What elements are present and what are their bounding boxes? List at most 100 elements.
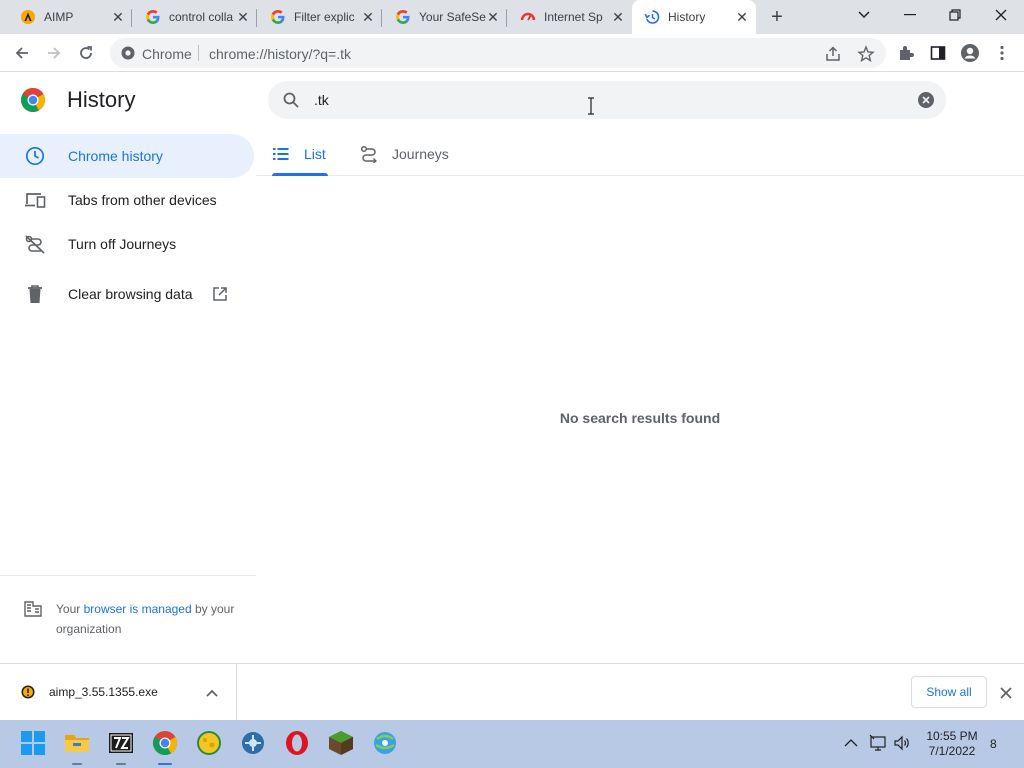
profile-avatar-icon[interactable] xyxy=(960,43,980,63)
tab-history[interactable]: History ✕ xyxy=(632,0,756,34)
journeys-icon xyxy=(360,145,378,163)
omnibox-divider xyxy=(198,45,199,61)
download-warning-icon xyxy=(21,685,35,699)
running-indicator xyxy=(72,763,82,765)
url-text[interactable]: chrome://history/?q=.tk xyxy=(209,46,351,62)
active-tab-indicator xyxy=(272,173,328,176)
windows-taskbar: 10:55 PM 7/1/2022 8 xyxy=(0,720,1024,768)
show-all-button[interactable]: Show all xyxy=(911,676,987,708)
satellite-icon[interactable] xyxy=(240,730,266,756)
tab-title: AIMP xyxy=(44,10,74,24)
download-item[interactable]: aimp_3.55.1355.exe xyxy=(0,664,237,720)
external-link-icon xyxy=(212,286,228,302)
running-indicator xyxy=(158,763,172,765)
show-hidden-icons[interactable] xyxy=(842,734,860,752)
volume-icon[interactable] xyxy=(893,734,911,752)
search-input[interactable] xyxy=(314,89,894,111)
network-tool-icon[interactable] xyxy=(372,730,398,756)
close-icon[interactable]: ✕ xyxy=(110,9,126,25)
minimize-button[interactable] xyxy=(890,0,930,30)
tab-journeys[interactable]: Journeys xyxy=(360,133,449,175)
address-bar[interactable]: Chrome chrome://history/?q=.tk xyxy=(110,38,886,68)
minecraft-icon[interactable] xyxy=(328,730,354,756)
sidebar-item-clear-browsing-data[interactable]: Clear browsing data xyxy=(0,272,254,316)
reload-icon xyxy=(80,46,92,59)
network-icon[interactable] xyxy=(869,734,887,752)
sidebar-item-label: Tabs from other devices xyxy=(68,192,217,208)
sidebar-item-tabs-other-devices[interactable]: Tabs from other devices xyxy=(0,178,254,222)
history-search-box[interactable] xyxy=(268,81,946,119)
sidebar-item-label: Clear browsing data xyxy=(68,286,193,302)
clear-search-icon[interactable] xyxy=(917,91,935,109)
history-page: History Chrome history Tabs from other d… xyxy=(0,73,1024,663)
arrow-left-icon xyxy=(15,47,28,59)
7zip-icon[interactable] xyxy=(108,730,134,765)
restore-button[interactable] xyxy=(935,0,975,30)
tab-label: List xyxy=(304,146,326,162)
start-icon[interactable] xyxy=(20,730,46,756)
tab-title: History xyxy=(668,10,706,24)
menu-icon[interactable] xyxy=(992,43,1012,63)
close-icon xyxy=(995,9,1007,21)
close-download-bar-icon[interactable] xyxy=(997,684,1015,702)
download-filename: aimp_3.55.1355.exe xyxy=(49,685,158,699)
chrome-icon[interactable] xyxy=(152,730,178,765)
back-button[interactable] xyxy=(10,41,34,65)
extensions-icon[interactable] xyxy=(896,43,916,63)
close-icon[interactable]: ✕ xyxy=(235,9,251,25)
download-bar: aimp_3.55.1355.exe Show all xyxy=(0,663,1024,720)
opera-icon[interactable] xyxy=(284,730,310,756)
chevron-up-icon[interactable] xyxy=(205,686,219,698)
tab-search-button[interactable] xyxy=(844,0,884,30)
tab-internet-speed[interactable]: Internet Sp ✕ xyxy=(500,0,632,34)
tab-control-colla[interactable]: control colla ✕ xyxy=(125,0,257,34)
restore-icon xyxy=(949,9,961,21)
google-icon xyxy=(270,9,286,25)
managed-prefix: Your xyxy=(56,602,84,616)
close-icon[interactable]: ✕ xyxy=(485,9,501,25)
sidebar-item-chrome-history[interactable]: Chrome history xyxy=(0,134,254,178)
reload-button[interactable] xyxy=(74,41,98,65)
star-icon[interactable] xyxy=(857,45,875,63)
tab-filter-explicit[interactable]: Filter explic ✕ xyxy=(250,0,382,34)
tab-title: Internet Sp xyxy=(544,10,603,24)
tab-title: Filter explic xyxy=(294,10,355,24)
tab-strip: AIMP ✕ control colla ✕ Filter explic ✕ Y… xyxy=(0,0,1024,34)
clock-date: 7/1/2022 xyxy=(928,744,976,758)
sidebar-item-turn-off-journeys[interactable]: Turn off Journeys xyxy=(0,222,254,266)
close-icon[interactable]: ✕ xyxy=(734,9,750,25)
aimp-icon xyxy=(20,9,36,25)
forward-button[interactable] xyxy=(42,41,66,65)
minimize-icon xyxy=(904,14,916,16)
chevron-down-icon xyxy=(858,11,870,19)
new-tab-button[interactable]: + xyxy=(766,7,788,29)
history-icon xyxy=(644,9,660,25)
side-panel-icon[interactable] xyxy=(928,43,948,63)
google-icon xyxy=(395,9,411,25)
chrome-site-icon[interactable] xyxy=(120,45,136,61)
clock-time: 10:55 PM xyxy=(926,729,978,743)
close-window-button[interactable] xyxy=(981,0,1021,30)
journeys-off-icon xyxy=(24,234,46,254)
share-icon[interactable] xyxy=(824,45,842,63)
tab-list[interactable]: List xyxy=(272,133,328,176)
tab-aimp[interactable]: AIMP ✕ xyxy=(0,0,132,34)
running-indicator xyxy=(116,763,126,765)
cheese-icon[interactable] xyxy=(196,730,222,756)
clock-icon xyxy=(24,146,46,166)
sidebar-item-label: Turn off Journeys xyxy=(68,236,177,252)
managed-link[interactable]: browser is managed xyxy=(84,602,192,616)
speedtest-icon xyxy=(520,9,536,25)
close-icon[interactable]: ✕ xyxy=(610,9,626,25)
notification-count[interactable]: 8 xyxy=(990,737,997,751)
browser-toolbar: Chrome chrome://history/?q=.tk xyxy=(0,34,1024,72)
no-results-message: No search results found xyxy=(559,410,721,426)
tab-safesearch[interactable]: Your SafeSe ✕ xyxy=(375,0,507,34)
tab-title: Your SafeSe xyxy=(419,10,486,24)
system-clock[interactable]: 10:55 PM 7/1/2022 xyxy=(918,729,986,759)
view-tabs: List Journeys xyxy=(256,133,1024,176)
file-explorer-icon[interactable] xyxy=(64,730,90,765)
close-icon[interactable]: ✕ xyxy=(360,9,376,25)
arrow-right-icon xyxy=(48,47,61,59)
page-title: History xyxy=(67,87,136,112)
